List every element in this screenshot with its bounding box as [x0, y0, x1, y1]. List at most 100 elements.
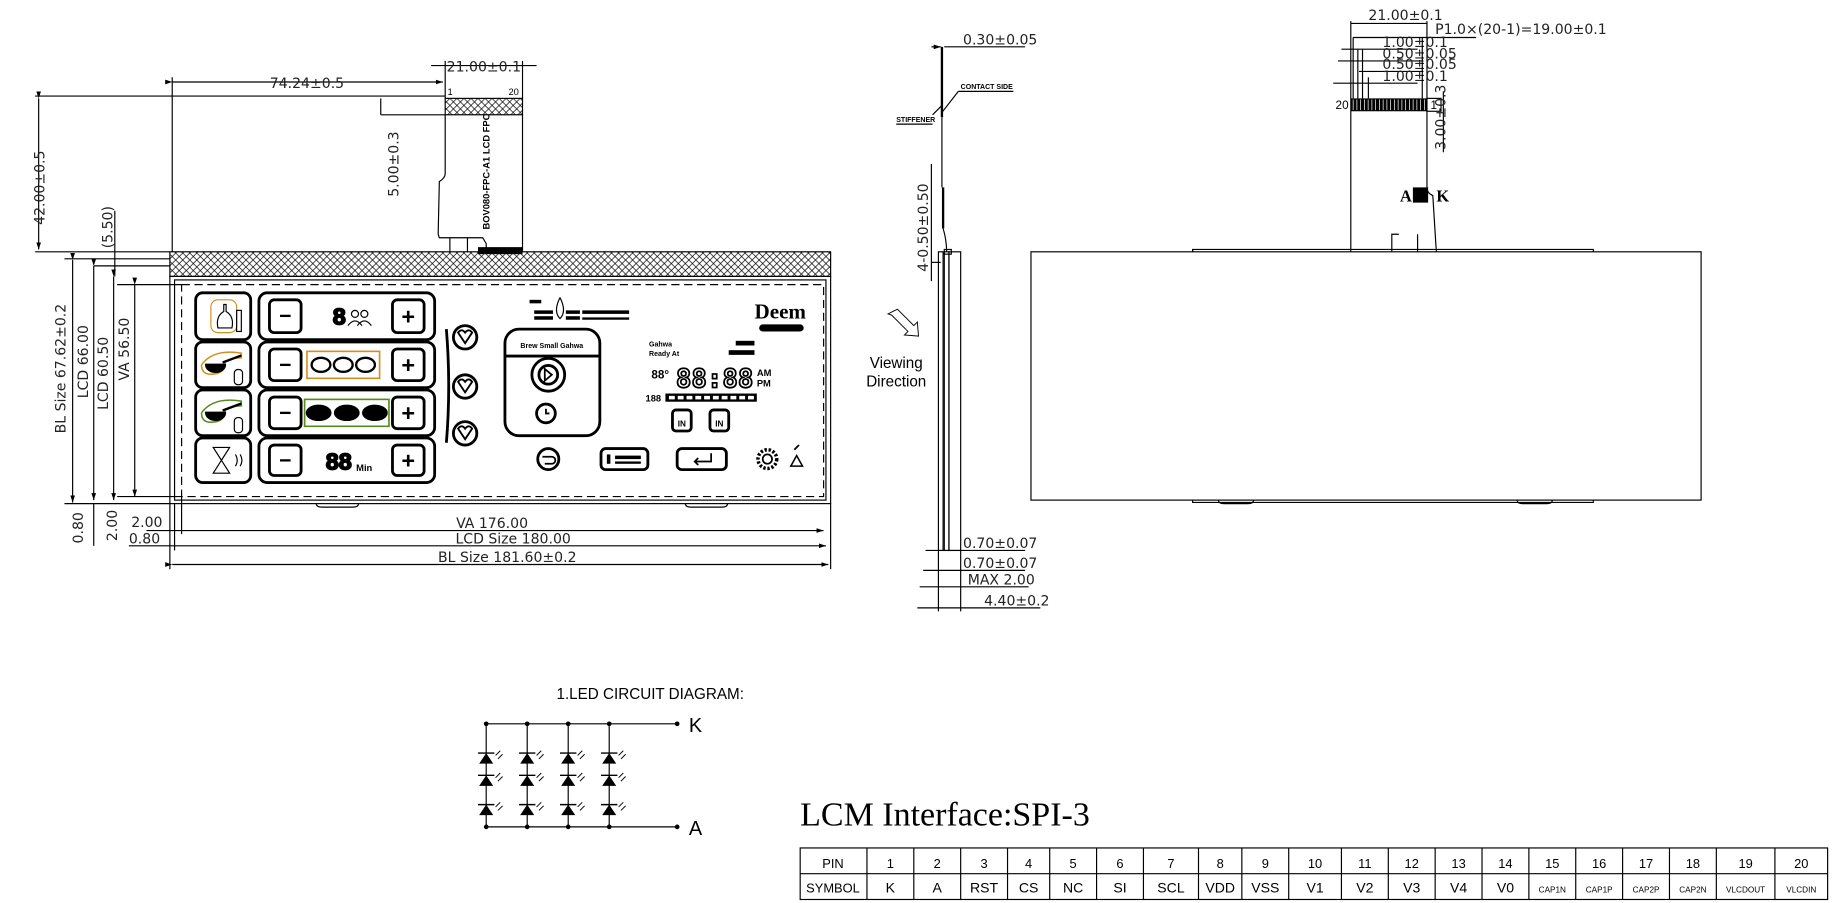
pin-symbol: NC: [1063, 879, 1083, 895]
fpc-contacts: [444, 97, 524, 116]
led-diode-icon: [601, 772, 626, 786]
coffee-bean-icon: [310, 356, 332, 374]
lcd-control-row: − +: [194, 340, 437, 390]
bottom-gap-va: 2.00: [105, 510, 121, 541]
side-dim-1: 0.70±0.07: [963, 536, 1037, 552]
pin-number: 18: [1686, 856, 1700, 871]
va-width-dim: VA 176.00: [456, 516, 528, 532]
lcd-segment-artwork: − +8− +− +− +88 Min Brew Small Gahwa Dee…: [194, 291, 807, 484]
backlight-bezel: [169, 251, 832, 277]
cathode-terminal: K: [689, 715, 703, 737]
plus-icon: +: [401, 447, 415, 473]
stiffener-label: STIFFENER: [896, 117, 935, 124]
pin-number: 10: [1308, 856, 1322, 871]
pin-symbol: CAP1N: [1539, 885, 1566, 894]
coffee-bean-icon: [354, 356, 377, 374]
lcd-inner-height-dim: LCD 60.50: [96, 337, 112, 410]
pin-symbol: A: [933, 879, 943, 895]
coffee-bean-icon: [333, 404, 360, 422]
stiffener-length-dim: 3.00±0.3: [1434, 85, 1450, 150]
viewing-label-1: Viewing: [870, 355, 923, 372]
pin-number: 6: [1116, 856, 1123, 871]
pin-number: 20: [1794, 856, 1808, 871]
left-gap-va: 2.00: [131, 515, 162, 531]
coffee-bean-icon: [305, 404, 332, 422]
in-label-2: IN: [715, 419, 723, 428]
back-icon: [536, 447, 561, 472]
pin-number: 8: [1217, 856, 1224, 871]
back-dim-d: 1.00±0.1: [1382, 69, 1447, 85]
minus-icon: −: [279, 402, 291, 425]
lcd-control-row: − +: [194, 388, 437, 438]
pin-column: 20 VLCDIN: [1786, 856, 1816, 895]
bl-height-dim: BL Size 67.62±0.2: [54, 304, 70, 434]
pin-number: 2: [934, 856, 941, 871]
symbol-header: SYMBOL: [806, 880, 860, 895]
pin-number: 1: [887, 856, 894, 871]
side-dim-2: 0.70±0.07: [963, 556, 1037, 572]
pin-number: 12: [1405, 856, 1419, 871]
side-view: 0.30±0.05 CONTACT SIDE STIFFENER 4-0.50±…: [866, 33, 1050, 612]
people-icon: [350, 309, 360, 318]
pin-symbol: VLCDOUT: [1726, 885, 1765, 894]
ready-at-label: Ready At: [649, 351, 680, 358]
lcd-width-dim: LCD Size 180.00: [455, 531, 570, 547]
pin-number: 15: [1545, 856, 1559, 871]
side-dim-4: 4.40±0.2: [984, 594, 1049, 610]
fpc-offset-dim: 74.24±0.5: [270, 76, 344, 92]
led-circuit-title: 1.LED CIRCUIT DIAGRAM:: [556, 686, 743, 703]
lcd-control-row: − +8: [194, 291, 437, 342]
brew-label: Brew Small Gahwa: [520, 343, 583, 350]
pin-symbol: CAP2P: [1633, 885, 1660, 894]
pin-symbol: VSS: [1251, 879, 1279, 895]
am-segment: AM: [757, 368, 772, 378]
enter-icon: [675, 447, 728, 472]
heart-icon: [451, 324, 479, 351]
bar-cell: [686, 395, 693, 400]
pin-symbol: V0: [1497, 879, 1514, 895]
minutes-unit: Min: [356, 463, 372, 473]
minutes-digits: 88: [326, 449, 352, 475]
pin-symbol: CAP1P: [1586, 885, 1613, 894]
brand-logo: Deem: [755, 300, 807, 324]
led-diode-icon: [601, 801, 626, 816]
warning-icon: [789, 444, 804, 467]
coffee-bean-icon: [332, 356, 354, 374]
coffee-bean-icon: [362, 404, 388, 422]
clock-segment: 88:88: [676, 365, 754, 395]
back-fpc-width-dim: 21.00±0.1: [1368, 8, 1442, 24]
viewing-label-2: Direction: [866, 373, 926, 390]
bl-width-dim: BL Size 181.60±0.2: [438, 550, 577, 566]
backlight-back-outline: [1030, 251, 1702, 501]
led-string: [518, 721, 544, 830]
gap-dim: (5.50): [100, 206, 116, 248]
pin-first-label: 1: [448, 87, 453, 97]
anode-label: A: [1400, 186, 1412, 205]
bottom-gap-bl: 0.80: [71, 512, 87, 543]
anode-terminal: A: [689, 818, 703, 840]
pin-symbol: K: [886, 879, 896, 895]
pin-number: 13: [1451, 856, 1465, 871]
pin-number: 5: [1070, 856, 1077, 871]
pin-symbol: V2: [1356, 879, 1373, 895]
pin-symbol: SCL: [1157, 879, 1185, 895]
counter-segment: 188: [646, 394, 662, 404]
total-height-dim: 42.00±0.5: [33, 151, 49, 225]
fpc-thickness-dim: 0.30±0.05: [963, 33, 1037, 49]
minus-icon: −: [279, 449, 291, 472]
bar-cell: [739, 395, 746, 400]
led-diode-icon: [601, 750, 626, 764]
led-diode-icon: [560, 801, 585, 816]
lcd-control-row: − +88 Min: [194, 436, 437, 484]
bar-cell: [677, 395, 684, 400]
fpc-pin-length-dim: 5.00±0.3: [386, 131, 402, 196]
viewing-direction-arrow-icon: [886, 308, 920, 337]
plus-icon: +: [401, 352, 415, 378]
led-diode-icon: [518, 801, 544, 816]
steam-icon: [234, 454, 243, 467]
temp-segment: 88°: [651, 368, 669, 381]
pin-number: 19: [1738, 856, 1752, 871]
led-diode-icon: [518, 772, 544, 786]
led-diode-icon: [560, 772, 585, 786]
pin-symbol: V4: [1450, 879, 1467, 895]
